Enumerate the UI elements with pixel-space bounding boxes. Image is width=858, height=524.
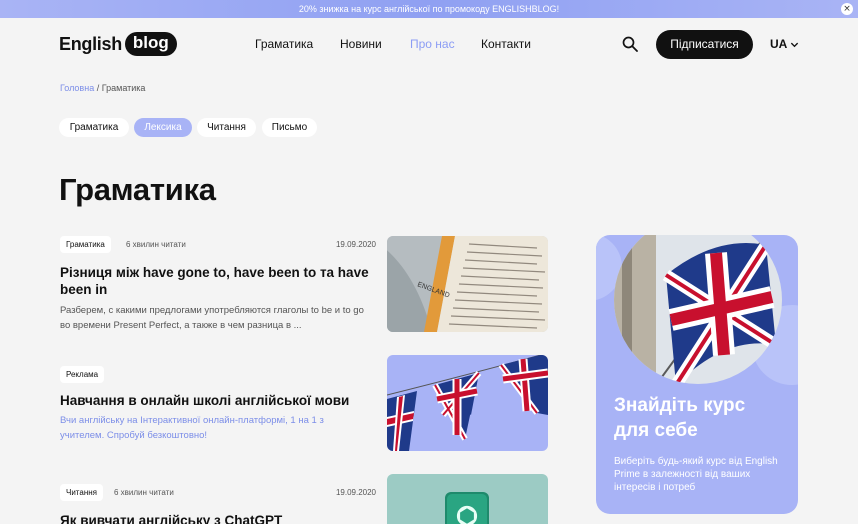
nav-item-news[interactable]: Новини	[340, 37, 382, 51]
article-tag[interactable]: Читання	[60, 484, 103, 501]
breadcrumb-current: Граматика	[101, 83, 146, 93]
article-excerpt: Разберем, с какими предлогами употребляю…	[60, 305, 364, 331]
logo-word-english: English	[59, 33, 122, 54]
article-image-bunting[interactable]	[387, 355, 548, 451]
logo-word-blog: blog	[124, 32, 177, 56]
article-title[interactable]: Як вивчати англійську з ChatGPT	[60, 512, 370, 524]
course-promo-title: Знайдіть курс для себе	[614, 395, 746, 441]
article-title[interactable]: Різниця між have gone to, have been to т…	[60, 264, 370, 298]
article-date: 19.09.2020	[335, 488, 376, 497]
article-image-book[interactable]: ENGLAND	[387, 236, 548, 332]
language-label: UA	[770, 37, 788, 51]
site-logo[interactable]: English blog	[59, 32, 177, 56]
nav-item-grammar[interactable]: Граматика	[255, 37, 313, 51]
article-card-ad[interactable]: Реклама Навчання в онлайн школі англійсь…	[60, 355, 550, 451]
close-icon[interactable]: ×	[841, 3, 853, 15]
article-excerpt: Вчи англійську на Інтерактивної онлайн-п…	[60, 415, 324, 441]
breadcrumb-separator: /	[96, 83, 100, 93]
chip-vocabulary[interactable]: Лексика	[134, 118, 192, 137]
chip-reading[interactable]: Читання	[197, 118, 256, 137]
article-card[interactable]: Читання 6 хвилин читати 19.09.2020 Як ви…	[60, 474, 550, 524]
page-title: Граматика	[59, 172, 216, 207]
article-card[interactable]: Граматика 6 хвилин читати 19.09.2020 Різ…	[60, 236, 550, 336]
article-read-time: 6 хвилин читати	[114, 488, 174, 497]
chip-grammar[interactable]: Граматика	[59, 118, 129, 137]
course-promo-card[interactable]: Знайдіть курс для себе Виберіть будь-яки…	[596, 235, 798, 514]
promo-banner[interactable]: 20% знижка на курс англійської по промок…	[0, 0, 858, 18]
promo-banner-text: 20% знижка на курс англійської по промок…	[298, 4, 560, 14]
breadcrumb-home[interactable]: Головна	[60, 83, 94, 93]
nav-item-contacts[interactable]: Контакти	[481, 37, 531, 51]
article-image-chatgpt[interactable]	[387, 474, 548, 524]
chip-writing[interactable]: Письмо	[262, 118, 317, 137]
article-tag[interactable]: Граматика	[60, 236, 111, 253]
article-read-time: 6 хвилин читати	[126, 240, 186, 249]
article-tag-ad: Реклама	[60, 366, 105, 383]
chevron-down-icon	[791, 42, 799, 47]
course-promo-text: Виберіть будь-який курс від English Prim…	[614, 456, 778, 493]
breadcrumb: Головна / Граматика	[60, 83, 145, 93]
subscribe-button[interactable]: Підписатися	[656, 30, 753, 59]
language-selector[interactable]: UA	[770, 37, 799, 51]
search-icon[interactable]	[622, 36, 638, 52]
article-title[interactable]: Навчання в онлайн школі англійської мови	[60, 392, 370, 409]
article-date: 19.09.2020	[335, 240, 376, 249]
nav-item-about[interactable]: Про нас	[410, 37, 455, 51]
